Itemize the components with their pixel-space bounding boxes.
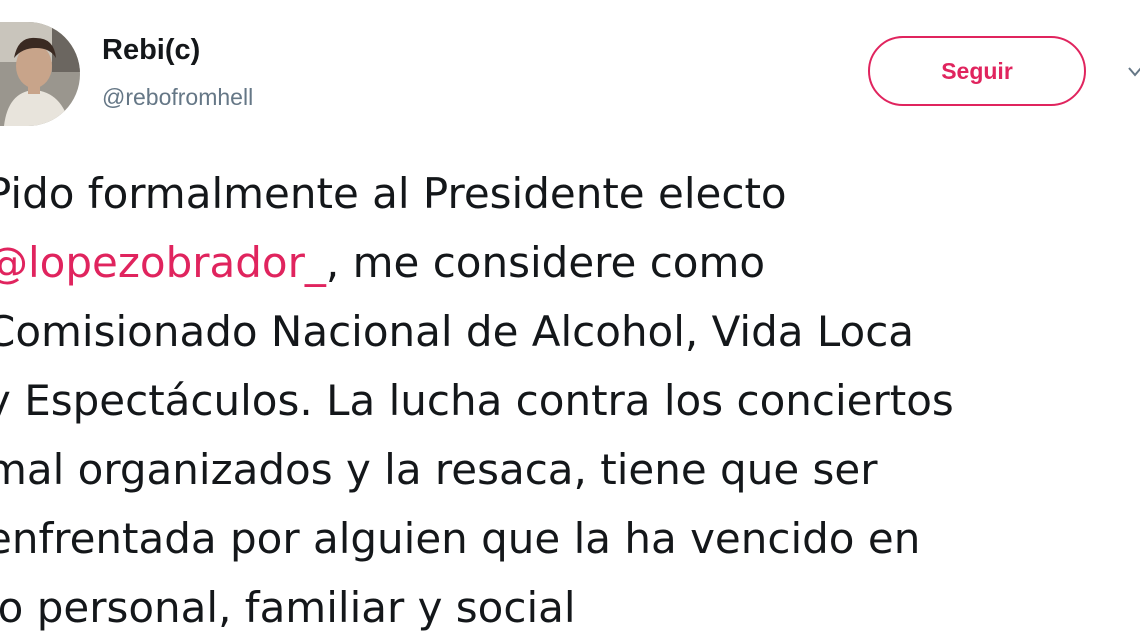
tweet-line: enfrentada por alguien que la ha vencido… <box>0 504 1140 573</box>
tweet-line-text: Pido formalmente al Presidente electo <box>0 169 787 218</box>
tweet-line: y Espectáculos. La lucha contra los conc… <box>0 366 1140 435</box>
follow-button[interactable]: Seguir <box>868 36 1086 106</box>
author-display-name[interactable]: Rebi(c) <box>102 34 200 67</box>
avatar[interactable] <box>0 22 80 126</box>
tweet-line-text: mal organizados y la resaca, tiene que s… <box>0 445 878 494</box>
tweet-text: Pido formalmente al Presidente electo @l… <box>0 159 1140 641</box>
tweet-line: lo personal, familiar y social <box>0 573 1140 641</box>
tweet-line: @lopezobrador_, me considere como <box>0 228 1140 297</box>
tweet-line-text: Comisionado Nacional de Alcohol, Vida Lo… <box>0 307 915 356</box>
tweet-line: Pido formalmente al Presidente electo <box>0 159 1140 228</box>
profile-photo-icon <box>0 22 80 126</box>
tweet-line: Comisionado Nacional de Alcohol, Vida Lo… <box>0 297 1140 366</box>
tweet-line-text: , me considere como <box>325 238 766 287</box>
tweet-line-text: y Espectáculos. La lucha contra los conc… <box>0 376 954 425</box>
tweet-line: mal organizados y la resaca, tiene que s… <box>0 435 1140 504</box>
tweet-line-text: enfrentada por alguien que la ha vencido… <box>0 514 921 563</box>
chevron-down-icon[interactable] <box>1128 66 1140 78</box>
tweet-line-text: lo personal, familiar y social <box>0 583 576 632</box>
mention-link[interactable]: @lopezobrador_ <box>0 238 326 287</box>
author-handle[interactable]: @rebofromhell <box>102 84 253 111</box>
